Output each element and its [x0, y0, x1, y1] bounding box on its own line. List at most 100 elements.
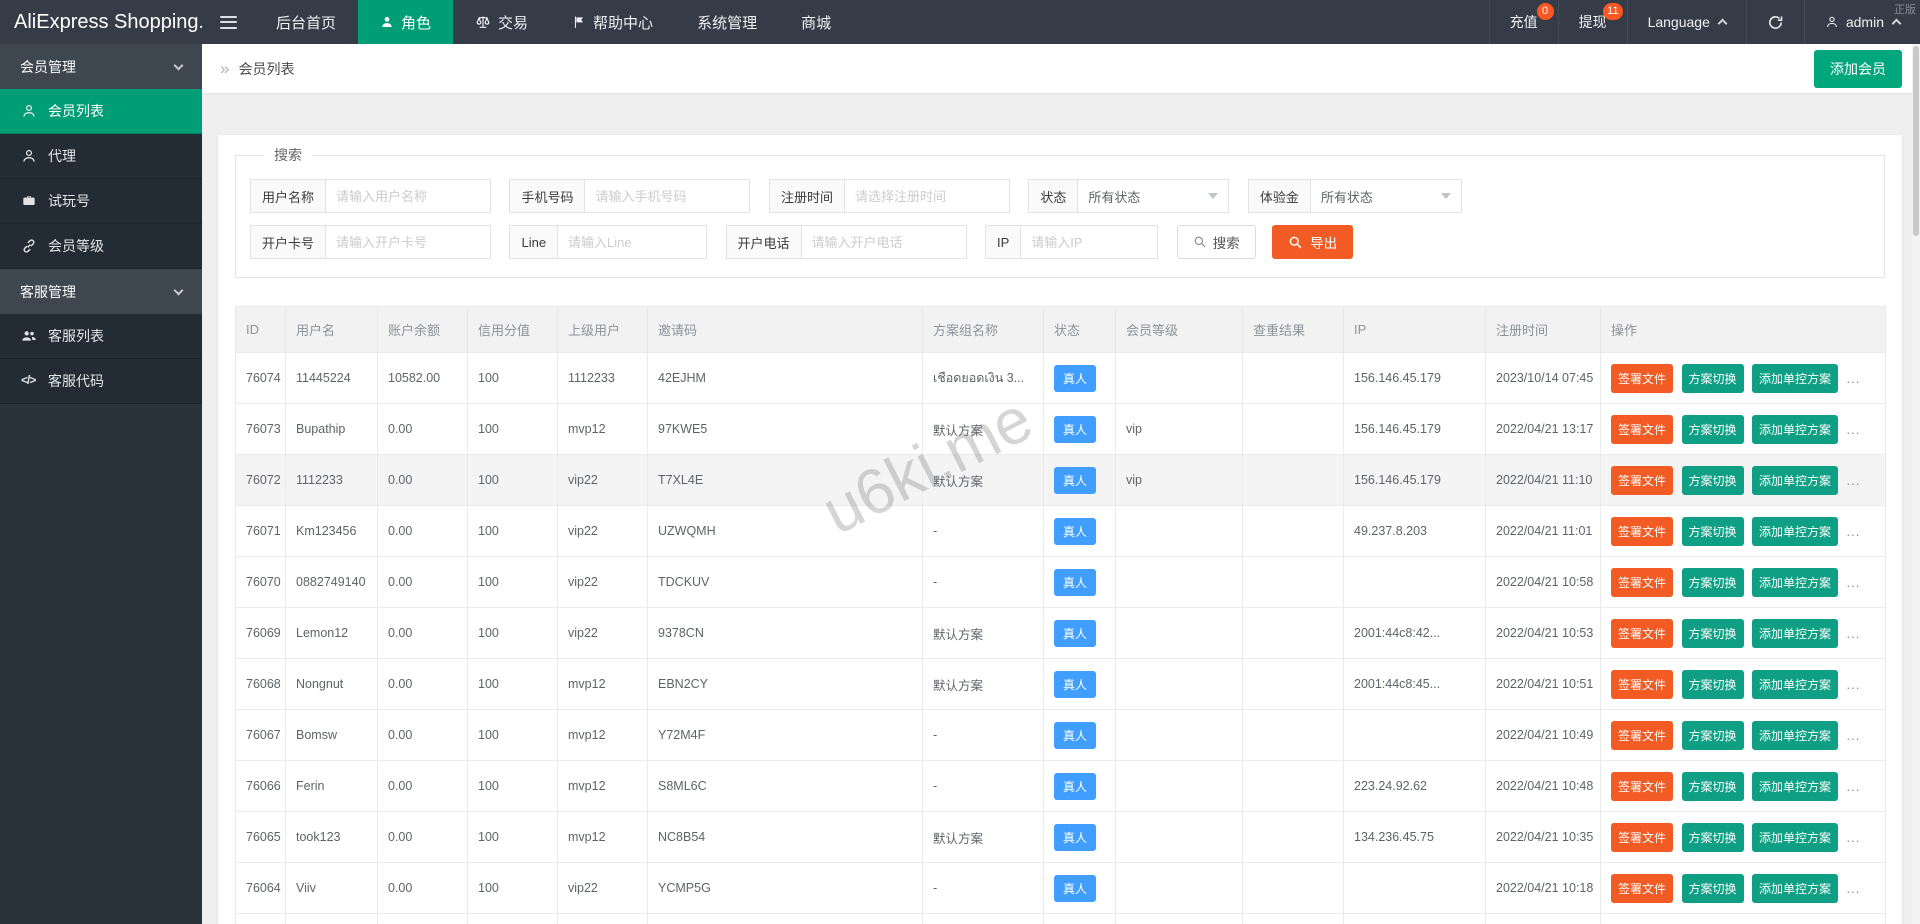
- more-actions-button[interactable]: ...: [1847, 881, 1861, 896]
- nav-roles[interactable]: 角色: [358, 0, 453, 44]
- sidebar-section-support-management[interactable]: 客服管理: [0, 269, 202, 314]
- sign-file-button[interactable]: 签署文件: [1611, 517, 1673, 546]
- search-button[interactable]: 搜索: [1177, 225, 1256, 259]
- cell-username: 11445224: [286, 353, 378, 404]
- plan-switch-button[interactable]: 方案切换: [1682, 568, 1744, 597]
- sign-file-button[interactable]: 签署文件: [1611, 415, 1673, 444]
- more-actions-button[interactable]: ...: [1847, 830, 1861, 845]
- more-actions-button[interactable]: ...: [1847, 422, 1861, 437]
- plan-switch-button[interactable]: 方案切换: [1682, 670, 1744, 699]
- export-button[interactable]: 导出: [1272, 225, 1353, 259]
- nav-dashboard[interactable]: 后台首页: [254, 0, 358, 44]
- plan-switch-button[interactable]: 方案切换: [1682, 517, 1744, 546]
- plan-switch-button[interactable]: 方案切换: [1682, 364, 1744, 393]
- cell-plan-group: -: [923, 761, 1044, 812]
- sign-file-button[interactable]: 签署文件: [1611, 364, 1673, 393]
- cell-parent: vip22: [558, 506, 648, 557]
- more-actions-button[interactable]: ...: [1847, 779, 1861, 794]
- more-actions-button[interactable]: ...: [1847, 728, 1861, 743]
- col-actions: 操作: [1601, 307, 1886, 353]
- cell-dup-check: [1243, 557, 1344, 608]
- add-single-control-plan-button[interactable]: 添加单控方案: [1752, 364, 1838, 393]
- username-input[interactable]: [325, 179, 491, 213]
- sign-file-button[interactable]: 签署文件: [1611, 568, 1673, 597]
- sign-file-button[interactable]: 签署文件: [1611, 772, 1673, 801]
- sidebar-item-support-list[interactable]: 客服列表: [0, 314, 202, 359]
- add-single-control-plan-button[interactable]: 添加单控方案: [1752, 772, 1838, 801]
- register-time-input[interactable]: [844, 179, 1010, 213]
- language-menu[interactable]: Language: [1627, 0, 1746, 44]
- nav-system[interactable]: 系统管理: [675, 0, 779, 44]
- plan-switch-button[interactable]: 方案切换: [1682, 874, 1744, 903]
- search-icon: [1193, 235, 1207, 249]
- cell-level: [1116, 710, 1243, 761]
- add-single-control-plan-button[interactable]: 添加单控方案: [1752, 823, 1838, 852]
- cell-invite-code: Y72M4F: [648, 710, 923, 761]
- card-number-input[interactable]: [325, 225, 491, 259]
- cell-balance: 0.00: [378, 608, 468, 659]
- cell-parent: vip22: [558, 557, 648, 608]
- vertical-scrollbar[interactable]: [1912, 44, 1920, 924]
- status-badge: 真人: [1054, 620, 1096, 647]
- status-select[interactable]: 所有状态: [1077, 179, 1229, 213]
- plan-switch-button[interactable]: 方案切换: [1682, 823, 1744, 852]
- cell-id: 76067: [236, 710, 286, 761]
- plan-switch-button[interactable]: 方案切换: [1682, 772, 1744, 801]
- plan-switch-button[interactable]: 方案切换: [1682, 619, 1744, 648]
- sign-file-button[interactable]: 签署文件: [1611, 823, 1673, 852]
- sidebar-item-agents[interactable]: 代理: [0, 134, 202, 179]
- sign-file-button[interactable]: 签署文件: [1611, 466, 1673, 495]
- sign-file-button[interactable]: 签署文件: [1611, 670, 1673, 699]
- sidebar-collapse-button[interactable]: [202, 0, 254, 44]
- sidebar-item-member-list[interactable]: 会员列表: [0, 89, 202, 134]
- add-single-control-plan-button[interactable]: 添加单控方案: [1752, 874, 1838, 903]
- add-single-control-plan-button[interactable]: 添加单控方案: [1752, 721, 1838, 750]
- cell-id: 76070: [236, 557, 286, 608]
- cell-status: 真人: [1044, 812, 1116, 863]
- add-single-control-plan-button[interactable]: 添加单控方案: [1752, 517, 1838, 546]
- recharge-button[interactable]: 充值 0: [1489, 0, 1558, 44]
- withdraw-button[interactable]: 提现 11: [1558, 0, 1627, 44]
- line-input[interactable]: [557, 225, 707, 259]
- add-single-control-plan-button[interactable]: 添加单控方案: [1752, 619, 1838, 648]
- more-actions-button[interactable]: ...: [1847, 524, 1861, 539]
- more-actions-button[interactable]: ...: [1847, 371, 1861, 386]
- chevron-up-icon: [1717, 19, 1727, 29]
- add-single-control-plan-button[interactable]: 添加单控方案: [1752, 670, 1838, 699]
- status-badge: 真人: [1054, 416, 1096, 443]
- cell-balance: 0.00: [378, 761, 468, 812]
- sign-file-button[interactable]: 签署文件: [1611, 874, 1673, 903]
- cell-plan-group: 默认方案: [923, 608, 1044, 659]
- sidebar-item-demo-accounts[interactable]: 试玩号: [0, 179, 202, 224]
- more-actions-button[interactable]: ...: [1847, 626, 1861, 641]
- sign-file-button[interactable]: 签署文件: [1611, 721, 1673, 750]
- scrollbar-thumb[interactable]: [1913, 46, 1919, 236]
- add-member-button[interactable]: 添加会员: [1814, 50, 1902, 88]
- plan-switch-button[interactable]: 方案切换: [1682, 415, 1744, 444]
- add-single-control-plan-button[interactable]: 添加单控方案: [1752, 415, 1838, 444]
- col-ip: IP: [1344, 307, 1486, 353]
- add-single-control-plan-button[interactable]: 添加单控方案: [1752, 466, 1838, 495]
- chevron-down-icon: [174, 285, 184, 295]
- phone-input[interactable]: [584, 179, 750, 213]
- refresh-button[interactable]: [1746, 0, 1804, 44]
- nav-mall[interactable]: 商城: [779, 0, 853, 44]
- more-actions-button[interactable]: ...: [1847, 473, 1861, 488]
- account-phone-input[interactable]: [801, 225, 967, 259]
- cell-credit: 100: [468, 914, 558, 924]
- plan-switch-button[interactable]: 方案切换: [1682, 466, 1744, 495]
- nav-help-center[interactable]: 帮助中心: [550, 0, 675, 44]
- caret-down-icon: [1208, 193, 1218, 199]
- more-actions-button[interactable]: ...: [1847, 677, 1861, 692]
- nav-transactions[interactable]: 交易: [453, 0, 550, 44]
- user-icon: [21, 148, 37, 164]
- sidebar-section-member-management[interactable]: 会员管理: [0, 44, 202, 89]
- sidebar-item-member-levels[interactable]: 会员等级: [0, 224, 202, 269]
- sidebar-item-support-code[interactable]: </> 客服代码: [0, 359, 202, 404]
- add-single-control-plan-button[interactable]: 添加单控方案: [1752, 568, 1838, 597]
- trial-bonus-select[interactable]: 所有状态: [1310, 179, 1462, 213]
- more-actions-button[interactable]: ...: [1847, 575, 1861, 590]
- plan-switch-button[interactable]: 方案切换: [1682, 721, 1744, 750]
- ip-input[interactable]: [1020, 225, 1158, 259]
- sign-file-button[interactable]: 签署文件: [1611, 619, 1673, 648]
